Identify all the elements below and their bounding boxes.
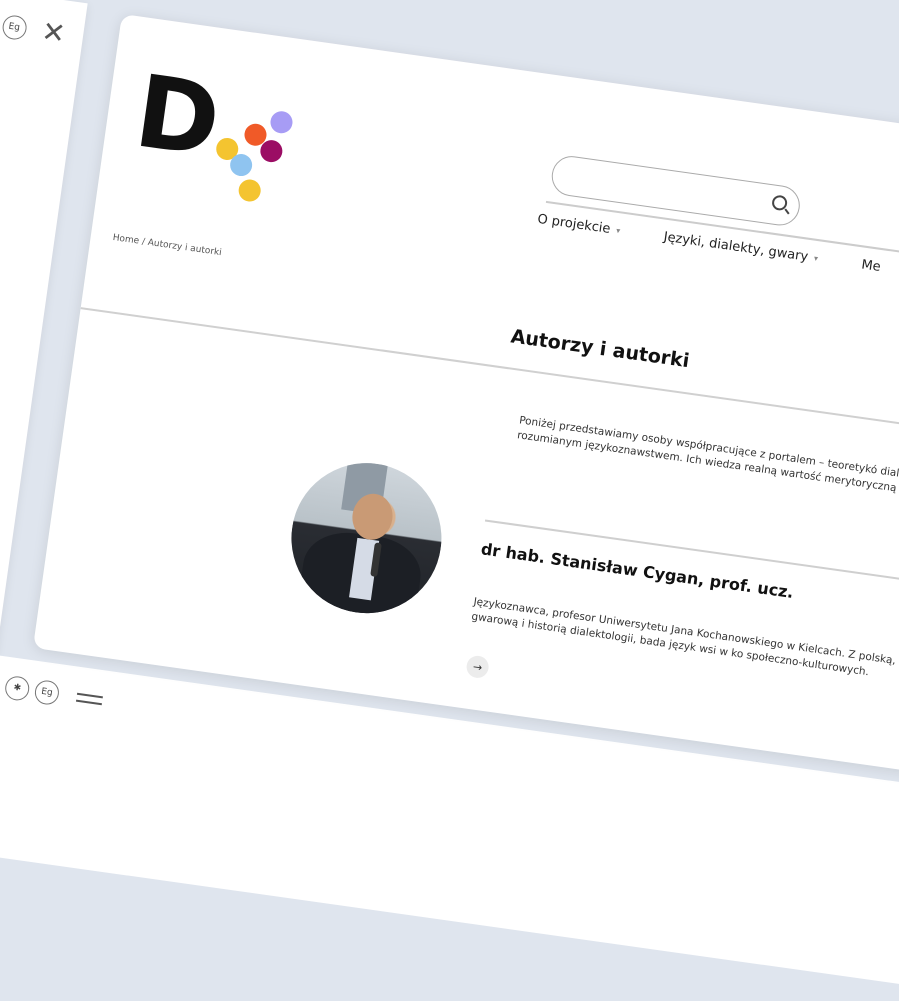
breadcrumb[interactable]: Home / Autorzy i autorki — [112, 233, 222, 258]
title-divider — [80, 307, 899, 449]
logo-letter: D — [128, 52, 228, 180]
menu-icon[interactable] — [75, 687, 104, 709]
close-icon[interactable]: ✕ — [40, 14, 68, 50]
bottom-window-toolbar: ◐ ✱ Eg — [0, 670, 104, 713]
language-icon[interactable]: Eg — [33, 678, 61, 707]
nav-item-o-projekcie[interactable]: O projekcie ▾ — [536, 212, 621, 238]
page-title: Autorzy i autorki — [509, 325, 691, 373]
main-page: D O projekcie ▾ Języki, dialekty, gwary … — [32, 14, 899, 787]
main-nav: O projekcie ▾ Języki, dialekty, gwary ▾ … — [536, 212, 881, 275]
chevron-down-icon: ▾ — [615, 225, 621, 236]
accessibility-icon[interactable]: ✱ — [3, 674, 31, 702]
logo-dot — [228, 152, 254, 178]
intro-text: Poniżej przedstawiamy osoby współpracują… — [516, 414, 899, 513]
search-input[interactable] — [549, 153, 803, 228]
author-name[interactable]: dr hab. Stanisław Cygan, prof. ucz. — [480, 539, 795, 602]
logo-dot — [237, 178, 263, 203]
contrast-icon[interactable]: ◐ — [0, 670, 2, 698]
chevron-down-icon: ▾ — [813, 253, 819, 264]
left-window-toolbar: ⓘ Eg ✕ — [0, 10, 68, 50]
search-icon[interactable] — [771, 194, 789, 212]
arrow-right-icon[interactable]: → — [465, 654, 491, 680]
logo-dot — [258, 138, 284, 164]
nav-label: O projekcie — [536, 211, 612, 237]
nav-item-me[interactable]: Me — [860, 257, 881, 275]
language-icon[interactable]: Eg — [0, 13, 28, 41]
logo-dot — [269, 109, 294, 135]
author-description: Językoznawca, profesor Uniwersytetu Jana… — [470, 595, 899, 679]
site-logo[interactable]: D — [127, 53, 311, 203]
author-avatar — [281, 453, 452, 623]
nav-label: Me — [860, 257, 882, 275]
